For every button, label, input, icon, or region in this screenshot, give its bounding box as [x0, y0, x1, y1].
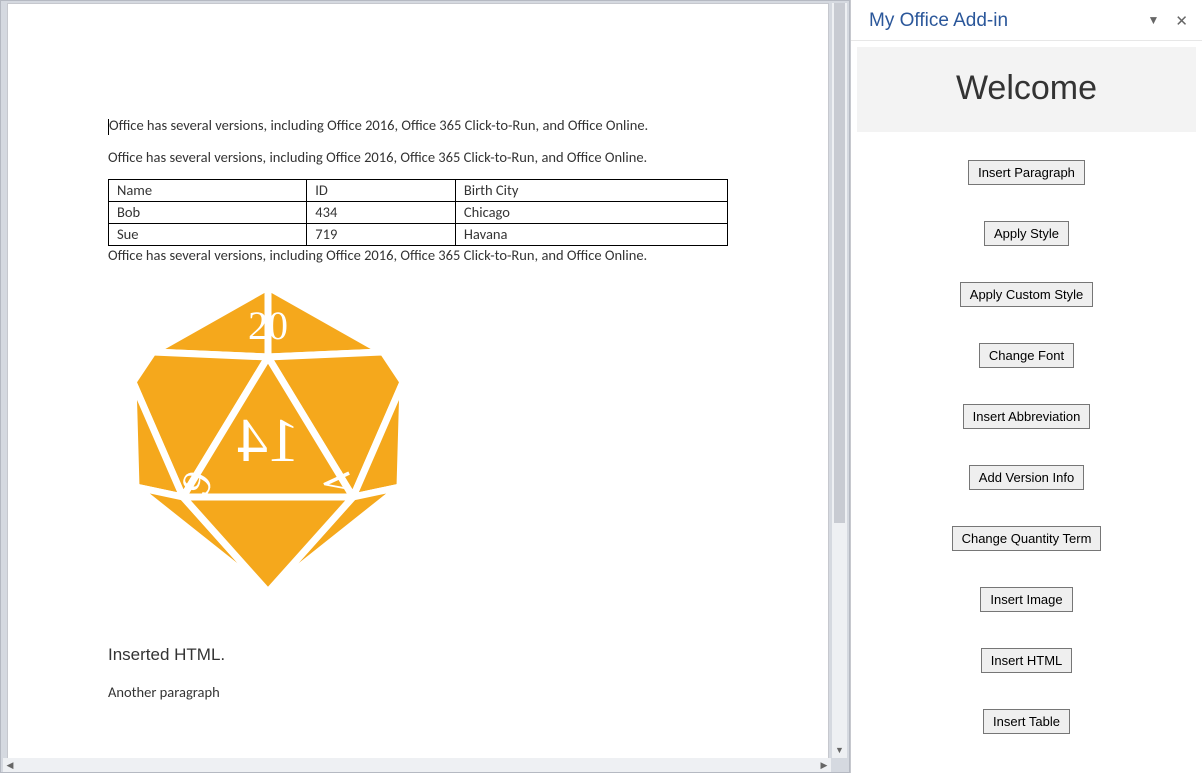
scroll-left-arrow-icon[interactable]: ◀ [3, 758, 17, 772]
button-stack: Insert Paragraph Apply Style Apply Custo… [853, 140, 1200, 764]
table-cell[interactable]: Birth City [455, 180, 727, 202]
taskpane-header: My Office Add-in ▼ ✕ [851, 0, 1202, 41]
paragraph[interactable]: Office has several versions, including O… [108, 116, 728, 136]
table-row[interactable]: Sue 719 Havana [109, 223, 728, 245]
taskpane-menu-icon[interactable]: ▼ [1148, 14, 1160, 29]
add-version-info-button[interactable]: Add Version Info [969, 465, 1084, 490]
taskpane: My Office Add-in ▼ ✕ Welcome Insert Para… [850, 0, 1202, 773]
close-icon[interactable]: ✕ [1175, 14, 1188, 29]
table-cell[interactable]: 719 [307, 223, 456, 245]
table-cell[interactable]: Sue [109, 223, 307, 245]
inserted-html-heading[interactable]: Inserted HTML. [108, 645, 728, 665]
scroll-right-arrow-icon[interactable]: ▶ [817, 758, 831, 772]
scroll-down-arrow-icon[interactable]: ▼ [832, 742, 847, 758]
table-cell[interactable]: Havana [455, 223, 727, 245]
table-row[interactable]: Bob 434 Chicago [109, 201, 728, 223]
document-viewport[interactable]: Office has several versions, including O… [5, 3, 831, 758]
d20-dice-image[interactable]: 20 14 6 4 [108, 277, 728, 611]
table-cell[interactable]: Bob [109, 201, 307, 223]
change-font-button[interactable]: Change Font [979, 343, 1074, 368]
insert-paragraph-button[interactable]: Insert Paragraph [968, 160, 1085, 185]
vertical-scrollbar[interactable]: ▼ [831, 3, 847, 758]
paragraph[interactable]: Another paragraph [108, 683, 728, 701]
change-quantity-term-button[interactable]: Change Quantity Term [952, 526, 1102, 551]
apply-custom-style-button[interactable]: Apply Custom Style [960, 282, 1093, 307]
paragraph[interactable]: Office has several versions, including O… [108, 246, 728, 266]
taskpane-body: Welcome Insert Paragraph Apply Style App… [851, 41, 1202, 773]
table-cell[interactable]: Chicago [455, 201, 727, 223]
dice-number-center: 14 [237, 407, 299, 475]
table-cell[interactable]: ID [307, 180, 456, 202]
table-cell[interactable]: 434 [307, 201, 456, 223]
table-row[interactable]: Name ID Birth City [109, 180, 728, 202]
insert-abbreviation-button[interactable]: Insert Abbreviation [963, 404, 1091, 429]
vertical-scrollbar-thumb[interactable] [834, 3, 845, 523]
document-table[interactable]: Name ID Birth City Bob 434 Chicago Sue 7… [108, 179, 728, 246]
horizontal-scrollbar[interactable]: ◀ ▶ [3, 758, 831, 772]
welcome-banner: Welcome [857, 47, 1196, 132]
document-page[interactable]: Office has several versions, including O… [7, 3, 829, 758]
taskpane-title: My Office Add-in [869, 10, 1148, 32]
document-editor-area: Office has several versions, including O… [0, 0, 850, 773]
paragraph[interactable]: Office has several versions, including O… [108, 148, 728, 168]
apply-style-button[interactable]: Apply Style [984, 221, 1069, 246]
insert-image-button[interactable]: Insert Image [980, 587, 1072, 612]
insert-table-button[interactable]: Insert Table [983, 709, 1070, 734]
table-cell[interactable]: Name [109, 180, 307, 202]
insert-html-button[interactable]: Insert HTML [981, 648, 1073, 673]
dice-number-top: 20 [248, 303, 288, 348]
welcome-heading: Welcome [867, 69, 1186, 108]
